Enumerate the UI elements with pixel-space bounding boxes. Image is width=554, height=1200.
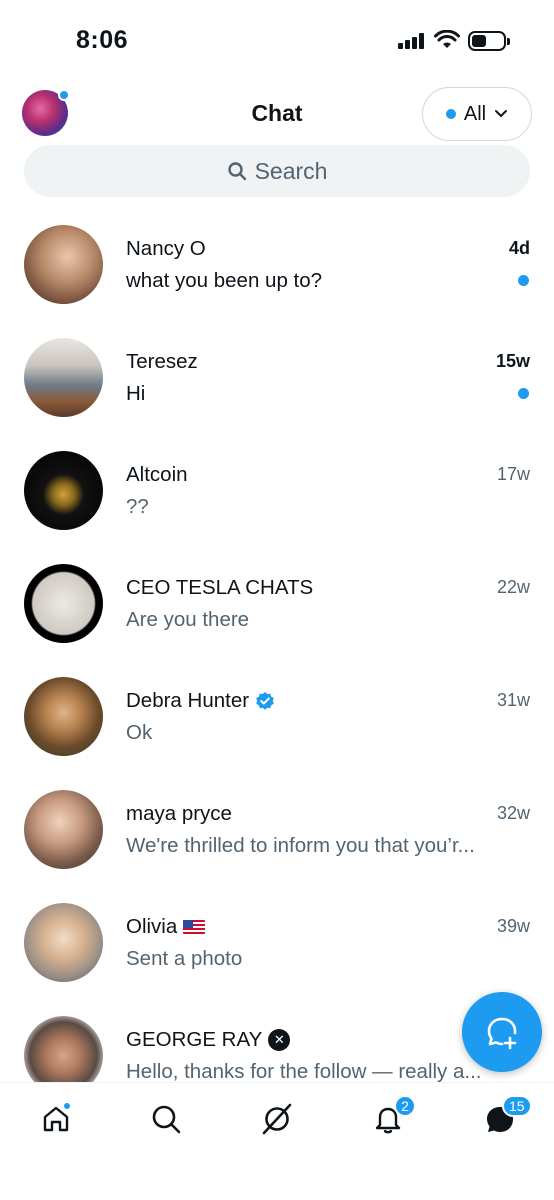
filter-dropdown[interactable]: All (422, 87, 532, 141)
new-message-icon (487, 1017, 517, 1050)
chat-preview: Hello, thanks for the follow — really a.… (126, 1060, 482, 1083)
avatar (24, 225, 103, 304)
chat-row[interactable]: Debra Hunter Ok 31w (0, 660, 554, 772)
chat-time: 39w (496, 916, 530, 936)
chat-time: 32w (496, 803, 530, 823)
search-placeholder: Search (254, 157, 328, 184)
battery-icon (468, 31, 510, 51)
us-flag-icon (183, 920, 206, 934)
chat-name: Olivia (126, 915, 206, 939)
chat-preview: Hi (126, 382, 146, 405)
nav-home[interactable] (36, 1099, 76, 1139)
chat-name: CEO TESLA CHATS (126, 576, 314, 599)
unread-indicator (518, 388, 529, 399)
unread-indicator (518, 275, 529, 286)
chat-preview: Ok (126, 721, 153, 744)
home-activity-dot (62, 1101, 72, 1111)
chat-row[interactable]: Olivia Sent a photo 39w (0, 886, 554, 998)
chat-preview: what you been up to? (126, 269, 323, 292)
status-time: 8:06 (76, 26, 129, 54)
chat-time: 15w (495, 351, 530, 371)
chat-time: 22w (496, 577, 530, 597)
header: Chat All (0, 84, 554, 144)
avatar (24, 338, 103, 417)
chat-name: maya pryce (126, 802, 232, 825)
x-badge-icon: ✕ (268, 1029, 291, 1051)
notifications-badge: 2 (394, 1095, 416, 1117)
bottom-nav: 2 15 (0, 1082, 554, 1200)
chevron-down-icon (495, 110, 508, 118)
avatar (24, 903, 103, 982)
chat-time: 4d (508, 238, 530, 258)
verified-check-icon (256, 692, 274, 710)
avatar (24, 564, 103, 643)
chat-name: Altcoin (126, 463, 188, 486)
filter-dot (445, 109, 456, 119)
search-icon (152, 1105, 181, 1134)
chat-row[interactable]: maya pryce We're thrilled to inform you … (0, 773, 554, 885)
chat-name: Nancy O (126, 237, 206, 260)
chat-row[interactable]: Teresez Hi 15w (0, 321, 554, 433)
avatar (24, 451, 103, 530)
chat-row[interactable]: Nancy O what you been up to? 4d (0, 208, 554, 320)
messages-badge: 15 (502, 1095, 532, 1117)
nav-notifications[interactable]: 2 (368, 1095, 416, 1139)
chat-row[interactable]: CEO TESLA CHATS Are you there 22w (0, 547, 554, 659)
chat-preview: We're thrilled to inform you that you’r.… (126, 834, 475, 857)
chat-name: GEORGE RAY ✕ (126, 1028, 291, 1052)
new-message-button[interactable] (462, 992, 542, 1072)
chat-preview: ?? (126, 495, 149, 518)
search-icon (227, 162, 246, 181)
chat-name: Debra Hunter (126, 689, 275, 713)
search-input[interactable]: Search (24, 145, 530, 197)
nav-messages[interactable]: 15 (480, 1095, 532, 1139)
nav-grok[interactable] (257, 1099, 297, 1139)
status-bar: 8:06 (0, 0, 554, 84)
chat-preview: Are you there (126, 608, 250, 631)
nav-explore[interactable] (146, 1099, 186, 1139)
grok-icon (262, 1103, 292, 1135)
avatar (24, 677, 103, 756)
avatar (24, 790, 103, 869)
chat-time: 17w (496, 464, 530, 484)
cellular-signal-icon (398, 33, 426, 49)
filter-label: All (463, 102, 487, 125)
chat-name: Teresez (126, 350, 198, 373)
chat-row[interactable]: Altcoin ?? 17w (0, 434, 554, 546)
chat-time: 31w (496, 690, 530, 710)
wifi-icon (434, 30, 460, 48)
chat-preview: Sent a photo (126, 947, 243, 970)
